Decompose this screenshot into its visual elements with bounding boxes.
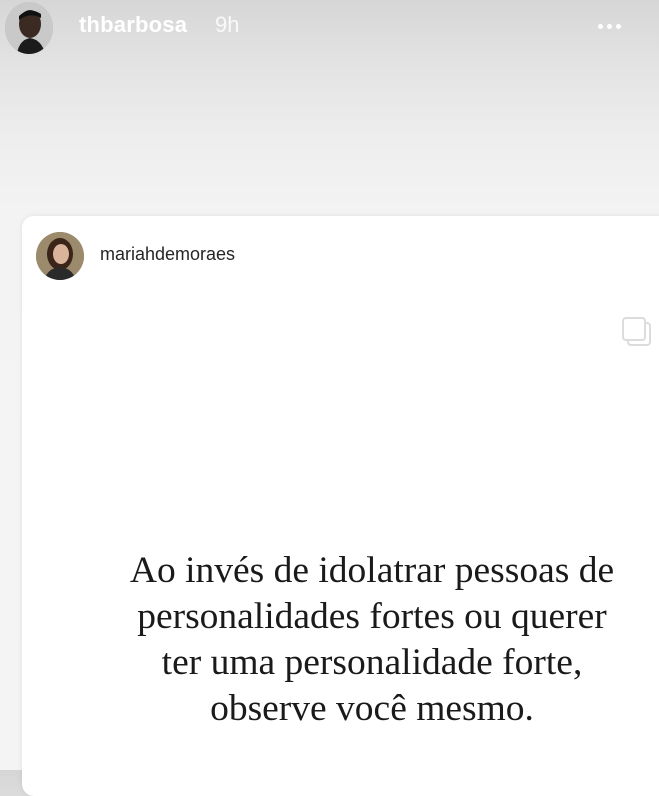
more-horizontal-icon-dot bbox=[607, 24, 612, 29]
story-header: thbarbosa 9h bbox=[0, 0, 659, 56]
post-quote-text: Ao invés de idolatrar pessoas de persona… bbox=[22, 548, 659, 732]
carousel-icon bbox=[621, 316, 651, 346]
story-author-username[interactable]: thbarbosa bbox=[79, 12, 187, 38]
post-author-username[interactable]: mariahdemoraes bbox=[100, 244, 235, 265]
quote-line: observe você mesmo. bbox=[210, 688, 534, 729]
post-author-avatar[interactable] bbox=[36, 232, 84, 280]
quote-line: ter uma personalidade forte, bbox=[161, 642, 583, 683]
quote-line: personalidades fortes ou querer bbox=[137, 596, 607, 637]
more-horizontal-icon-dot bbox=[616, 24, 621, 29]
more-options-button[interactable] bbox=[588, 10, 632, 42]
more-horizontal-icon bbox=[598, 24, 603, 29]
story-timestamp: 9h bbox=[215, 12, 240, 37]
story-author-avatar[interactable] bbox=[5, 2, 53, 54]
shared-post-card[interactable]: mariahdemoraes Ao invés de idolatrar pes… bbox=[22, 216, 659, 796]
quote-line: Ao invés de idolatrar pessoas de bbox=[129, 550, 615, 591]
